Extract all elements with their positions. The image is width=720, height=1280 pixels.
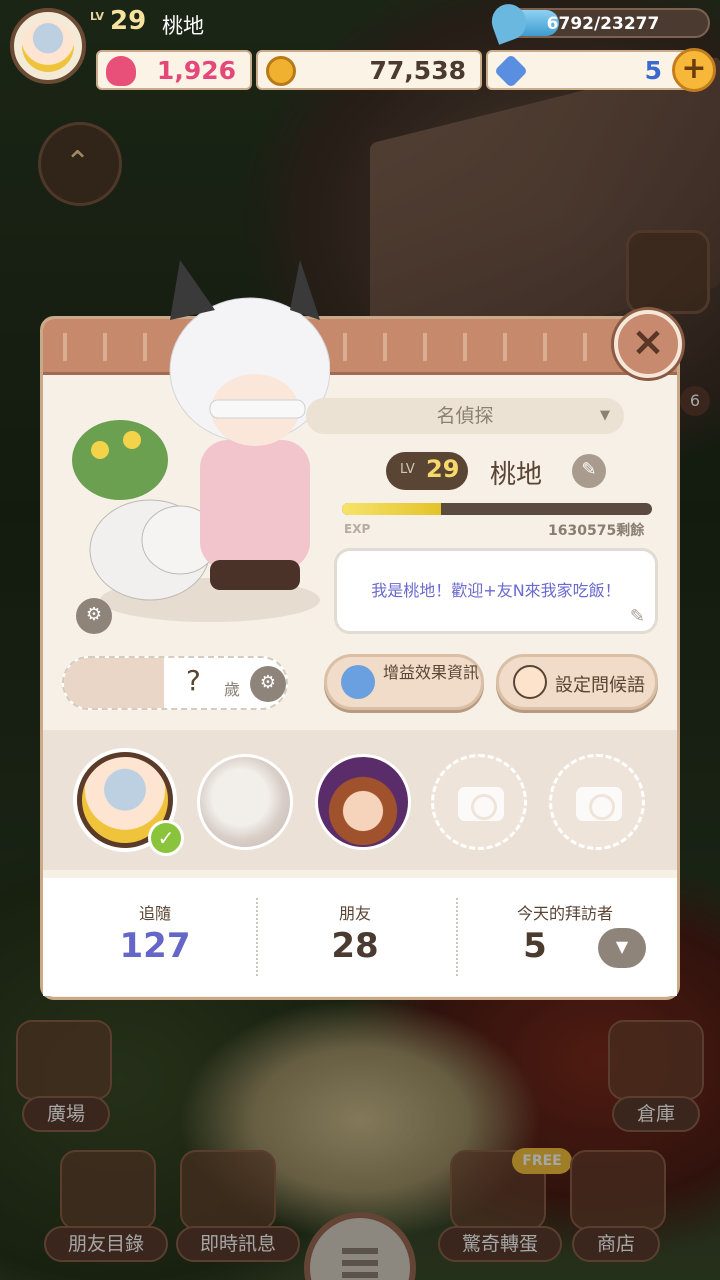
coin-icon xyxy=(266,56,296,86)
plant-flower xyxy=(123,431,141,449)
add-gems-button[interactable]: + xyxy=(672,48,716,92)
cat-ear-right xyxy=(290,260,320,320)
profile-level-badge: LV 29 xyxy=(386,452,468,490)
edit-name-button[interactable]: ✎ xyxy=(572,454,606,488)
avatar-face xyxy=(22,20,74,72)
profile-exp-bar xyxy=(342,503,652,515)
avatar-slot-2[interactable] xyxy=(197,754,293,850)
age-settings-button[interactable]: ⚙ xyxy=(250,666,286,702)
friends-label: 朋友 xyxy=(338,904,371,923)
shorts xyxy=(210,560,300,590)
avatar-slots xyxy=(43,730,677,870)
gems-value: 5 xyxy=(644,56,662,85)
face-icon xyxy=(513,665,547,699)
level-prefix: LV xyxy=(90,10,105,23)
greeting-bubble[interactable]: 我是桃地！歡迎+友N來我家吃飯！ ✎ xyxy=(334,548,658,634)
profile-name: 桃地 xyxy=(490,460,543,490)
cat-ear-left xyxy=(170,260,215,320)
friends-value[interactable]: 28 xyxy=(300,926,410,966)
couple-icon xyxy=(64,658,164,708)
edit-icon: ✎ xyxy=(581,459,597,480)
eye-bandage xyxy=(209,399,306,419)
hearts-value: 1,926 xyxy=(156,56,236,85)
camera-icon xyxy=(576,787,622,821)
player-name: 桃地 xyxy=(162,14,204,38)
avatar-slot-empty-1[interactable] xyxy=(431,754,527,850)
gear-icon: ⚙ xyxy=(85,604,103,625)
dropdown-icon: ▼ xyxy=(615,937,629,956)
character-illustration xyxy=(72,260,330,622)
caret-down-icon: ▼ xyxy=(600,408,610,423)
greeting-text: 我是桃地！歡迎+友N來我家吃飯！ xyxy=(371,581,621,600)
title-dropdown[interactable]: 名偵探 ▼ xyxy=(306,398,624,434)
stats-divider xyxy=(456,898,458,976)
visitors-label: 今天的拜訪者 xyxy=(516,904,613,923)
coins-counter[interactable]: 77,538 xyxy=(256,50,482,90)
age-unit: 歲 xyxy=(224,680,241,699)
profile-exp-fill xyxy=(342,503,442,515)
profile-level: 29 xyxy=(426,455,460,483)
exp-remaining: 1630575剩餘 xyxy=(548,523,645,539)
plant-bush xyxy=(72,420,168,500)
hearts-counter[interactable]: 1,926 xyxy=(96,50,252,90)
buff-info-button[interactable]: 增益效果資訊 xyxy=(324,654,484,710)
energy-bar[interactable]: 6792/23277 xyxy=(496,8,710,38)
avatar-slot-3[interactable] xyxy=(315,754,411,850)
followers-label: 追隨 xyxy=(138,904,171,923)
hoodie xyxy=(200,440,310,570)
energy-text: 6792/23277 xyxy=(546,14,660,34)
buff-icon xyxy=(341,665,375,699)
profile-level-prefix: LV xyxy=(400,462,415,477)
visitors-dropdown-button[interactable]: ▼ xyxy=(598,928,646,968)
gem-icon xyxy=(494,54,528,88)
coins-value: 77,538 xyxy=(369,56,466,85)
gear-icon: ⚙ xyxy=(259,672,277,693)
avatar-slot-empty-2[interactable] xyxy=(549,754,645,850)
gems-counter[interactable]: 5 xyxy=(486,50,690,90)
set-greeting-button[interactable]: 設定問候語 xyxy=(496,654,658,710)
stats-divider xyxy=(256,898,258,976)
player-avatar[interactable] xyxy=(10,8,86,84)
age-value: ? xyxy=(186,664,201,697)
check-icon: ✓ xyxy=(148,820,184,856)
camera-icon xyxy=(458,787,504,821)
exp-label: EXP xyxy=(344,522,371,536)
visitors-value: 5 xyxy=(523,926,547,966)
title-text: 名偵探 xyxy=(436,405,494,427)
heart-icon xyxy=(106,56,136,86)
plant-flower xyxy=(91,441,109,459)
edit-icon: ✎ xyxy=(629,606,645,627)
set-greeting-label: 設定問候語 xyxy=(555,675,645,696)
close-button[interactable]: × xyxy=(614,310,682,378)
followers-value[interactable]: 127 xyxy=(100,926,210,966)
close-icon: × xyxy=(631,319,665,365)
player-level: 29 xyxy=(110,6,147,36)
buff-info-label: 增益效果資訊 xyxy=(383,663,480,682)
character-settings-button[interactable]: ⚙ xyxy=(76,598,112,634)
